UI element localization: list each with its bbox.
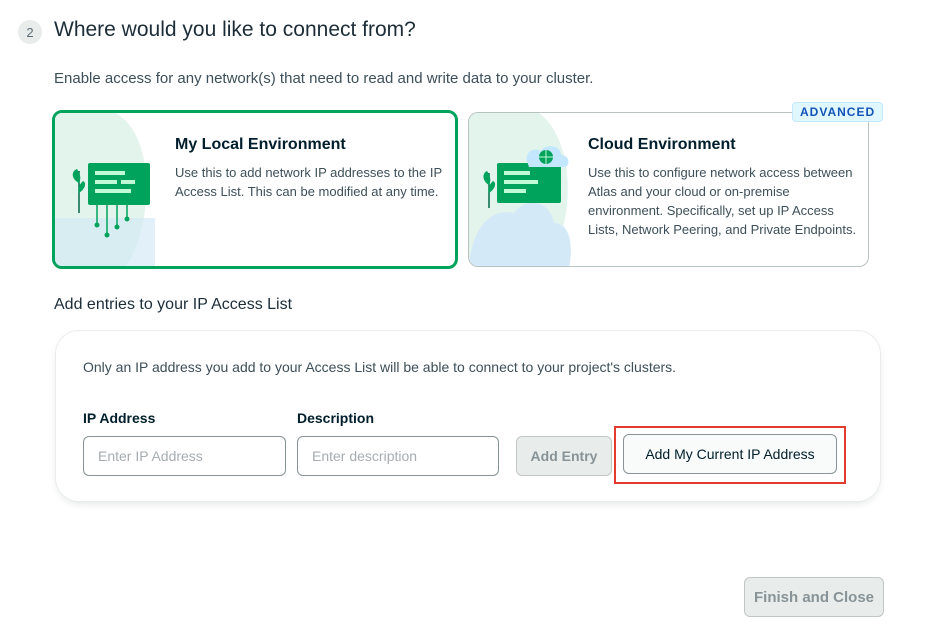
env-local-description: Use this to add network IP addresses to … — [175, 165, 442, 199]
env-card-cloud[interactable]: Cloud Environment Use this to configure … — [468, 112, 869, 267]
env-cloud-title: Cloud Environment — [588, 136, 736, 153]
finish-and-close-button[interactable]: Finish and Close — [744, 577, 884, 617]
page-subtitle: Enable access for any network(s) that ne… — [54, 70, 594, 87]
add-entry-button[interactable]: Add Entry — [516, 436, 612, 476]
page-title: Where would you like to connect from? — [54, 18, 416, 41]
env-local-title: My Local Environment — [175, 136, 346, 153]
step-number-badge: 2 — [18, 20, 42, 44]
ip-address-input[interactable] — [83, 436, 286, 476]
local-network-icon — [55, 113, 155, 266]
ip-address-label: IP Address — [83, 410, 156, 426]
cloud-network-icon — [469, 113, 571, 266]
description-input[interactable] — [297, 436, 499, 476]
advanced-badge: ADVANCED — [792, 102, 884, 122]
access-list-section-title: Add entries to your IP Access List — [54, 296, 293, 313]
env-cloud-description: Use this to configure network access bet… — [588, 165, 857, 237]
env-card-local[interactable]: My Local Environment Use this to add net… — [52, 110, 458, 269]
description-label: Description — [297, 410, 375, 426]
add-current-ip-button[interactable]: Add My Current IP Address — [623, 434, 837, 474]
access-list-note: Only an IP address you add to your Acces… — [83, 359, 677, 375]
access-list-panel: Only an IP address you add to your Acces… — [55, 330, 881, 502]
